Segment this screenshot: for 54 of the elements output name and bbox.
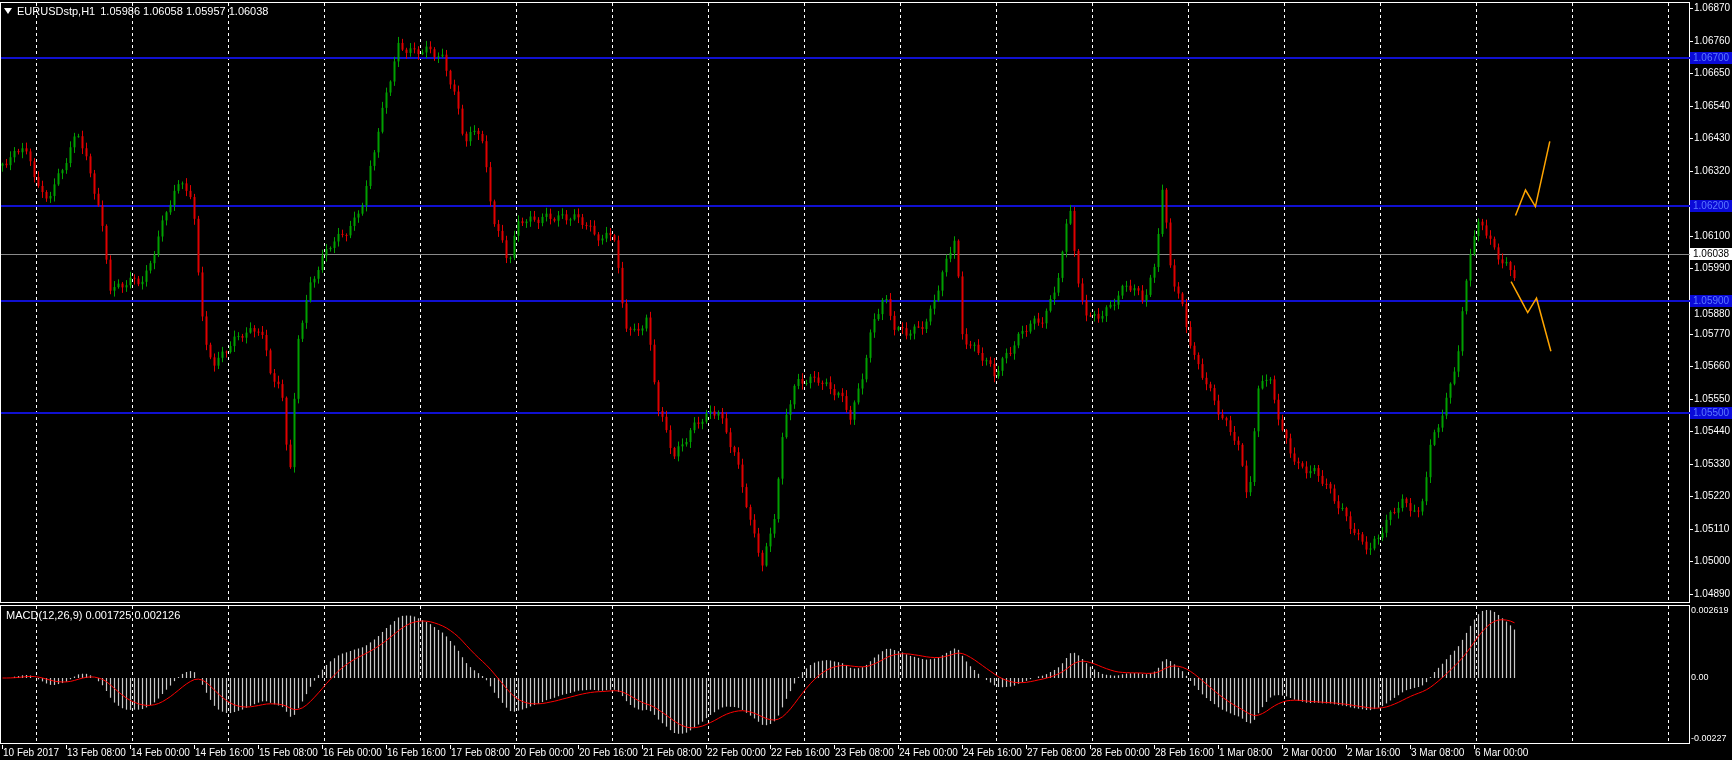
price-tick-label: 1.05880: [1694, 307, 1731, 321]
time-axis-label: 16 Feb 16:00: [387, 746, 446, 760]
price-tick-label: 1.06870: [1694, 1, 1731, 15]
time-axis-label: 14 Feb 00:00: [131, 746, 190, 760]
time-axis-label: 23 Feb 08:00: [835, 746, 894, 760]
time-axis-label: 21 Feb 08:00: [643, 746, 702, 760]
time-axis-label: 24 Feb 16:00: [963, 746, 1022, 760]
time-axis-label: 20 Feb 16:00: [579, 746, 638, 760]
price-tick-label: 1.06540: [1694, 98, 1731, 113]
time-axis-label: 2 Mar 00:00: [1283, 746, 1337, 760]
price-tick-label: 1.05440: [1694, 424, 1731, 439]
price-tick-label: 1.05990: [1694, 261, 1731, 276]
price-tick-label: 1.05660: [1694, 359, 1731, 374]
chart-symbol: EURUSDstp,H1: [17, 4, 96, 18]
time-axis-label: 22 Feb 16:00: [771, 746, 830, 760]
current-price-label: 1.06038: [1690, 248, 1732, 260]
macd-axis-label: -0.00227: [1691, 732, 1727, 744]
macd-axis-label: 0.002619: [1691, 604, 1729, 616]
time-axis-label: 27 Feb 08:00: [1027, 746, 1086, 760]
level-price-label: 1.06700: [1690, 52, 1732, 64]
level-price-label: 1.06200: [1690, 200, 1732, 212]
time-axis-label: 24 Feb 00:00: [899, 746, 958, 760]
time-axis-label: 28 Feb 16:00: [1155, 746, 1214, 760]
price-tick-label: 1.06430: [1694, 131, 1731, 146]
time-axis-label: 1 Mar 08:00: [1219, 746, 1273, 760]
ohlc-values: 1.05986 1.06058 1.05957 1.06038: [100, 4, 269, 18]
price-tick-label: 1.06100: [1694, 228, 1731, 243]
level-price-label: 1.05500: [1690, 407, 1732, 419]
time-axis-label: 22 Feb 00:00: [707, 746, 766, 760]
macd-axis-label: 0.00: [1691, 671, 1709, 683]
price-tick-label: 1.06320: [1694, 163, 1731, 178]
time-axis-label: 15 Feb 08:00: [259, 746, 318, 760]
price-tick-label: 1.05220: [1694, 489, 1731, 504]
price-tick-label: 1.05550: [1694, 391, 1731, 406]
time-axis-label: 20 Feb 00:00: [515, 746, 574, 760]
dropdown-triangle-icon[interactable]: [4, 8, 12, 14]
level-price-label: 1.05900: [1690, 295, 1732, 307]
price-tick-label: 1.05330: [1694, 456, 1731, 471]
time-axis-label: 2 Mar 16:00: [1347, 746, 1401, 760]
price-tick-label: 1.06760: [1694, 33, 1731, 48]
price-tick-label: 1.05770: [1694, 326, 1731, 341]
time-axis-label: 3 Mar 08:00: [1411, 746, 1465, 760]
price-tick-label: 1.05110: [1694, 521, 1730, 536]
time-axis-label: 6 Mar 00:00: [1475, 746, 1529, 760]
macd-indicator-label: MACD(12,26,9) 0.001725 0.002126: [6, 608, 181, 622]
time-axis-label: 13 Feb 08:00: [67, 746, 126, 760]
price-tick-label: 1.05000: [1694, 554, 1731, 569]
time-axis-label: 16 Feb 00:00: [323, 746, 382, 760]
price-tick-label: 1.06650: [1694, 66, 1731, 81]
price-tick-label: 1.04890: [1694, 586, 1731, 601]
time-axis-label: 14 Feb 16:00: [195, 746, 254, 760]
time-axis-label: 28 Feb 00:00: [1091, 746, 1150, 760]
time-axis-label: 10 Feb 2017: [3, 746, 60, 760]
time-axis-label: 17 Feb 08:00: [451, 746, 510, 760]
